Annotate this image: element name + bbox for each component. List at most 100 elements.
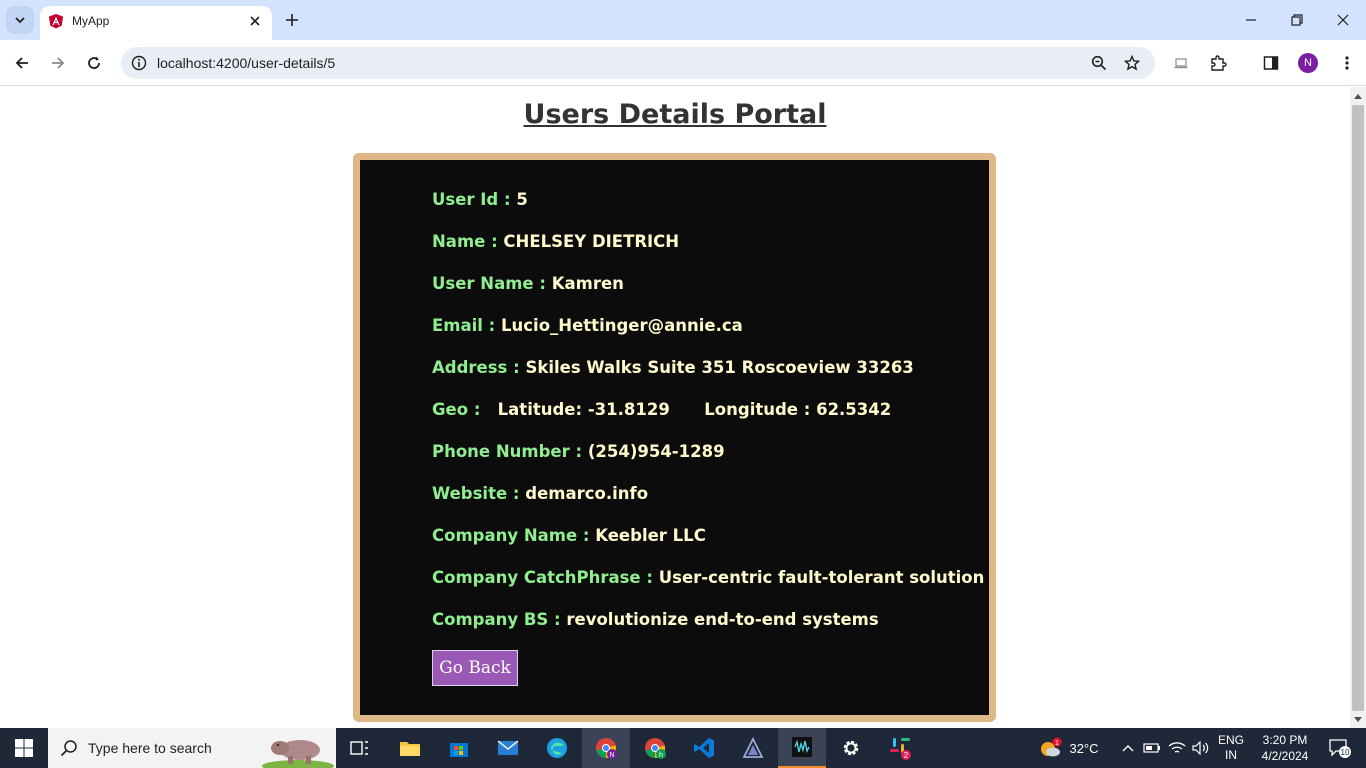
chrome-icon: h: [645, 738, 666, 759]
microsoft-store-app[interactable]: [435, 728, 483, 768]
scroll-up-button[interactable]: [1350, 87, 1366, 104]
go-back-button[interactable]: Go Back: [432, 650, 518, 686]
new-tab-button[interactable]: [282, 10, 302, 30]
input-language[interactable]: ENG IN: [1214, 728, 1248, 768]
search-placeholder: Type here to search: [88, 740, 212, 756]
back-button[interactable]: [8, 49, 36, 77]
page-viewport: Users Details Portal User Id : 5 Name : …: [0, 87, 1350, 728]
notification-center-button[interactable]: 10: [1322, 728, 1358, 768]
address-bar[interactable]: localhost:4200/user-details/5: [121, 47, 1155, 79]
tab-search-button[interactable]: [6, 6, 34, 34]
tab-close-button[interactable]: [246, 12, 264, 30]
speaker-icon: [1192, 741, 1209, 755]
triangle-up-icon: [1354, 93, 1362, 99]
page-title: Users Details Portal: [523, 99, 827, 130]
folder-icon: [400, 742, 420, 756]
close-icon: [1337, 14, 1349, 26]
cast-button[interactable]: [1170, 52, 1192, 74]
restore-button[interactable]: [1274, 0, 1320, 40]
field-label: Company Name :: [432, 526, 590, 545]
field-value: demarco.info: [525, 484, 649, 503]
field-company-name: Company Name : Keebler LLC: [432, 526, 706, 545]
reload-button[interactable]: [80, 49, 108, 77]
chrome-app-profile-h[interactable]: h: [631, 728, 679, 768]
field-value: (254)954-1289: [587, 442, 725, 461]
field-website: Website : demarco.info: [432, 484, 648, 503]
start-button[interactable]: [0, 728, 48, 768]
profile-avatar[interactable]: N: [1298, 53, 1318, 73]
close-window-button[interactable]: [1320, 0, 1366, 40]
tab-myapp[interactable]: MyApp: [40, 6, 272, 40]
file-explorer-app[interactable]: [386, 728, 434, 768]
side-panel-icon: [1263, 56, 1279, 70]
field-label: Phone Number :: [432, 442, 583, 461]
scroll-thumb[interactable]: [1352, 105, 1364, 711]
edge-icon: [547, 738, 567, 758]
extensions-button[interactable]: [1207, 52, 1229, 74]
taskbar-search-box[interactable]: Type here to search: [48, 728, 336, 768]
network-status[interactable]: [1166, 728, 1188, 768]
field-label: Company CatchPhrase :: [432, 568, 653, 587]
field-value: Lucio_Hettinger@annie.ca: [501, 316, 743, 335]
site-info-button[interactable]: [129, 53, 149, 73]
chevron-down-icon: [15, 17, 25, 24]
volume-control[interactable]: [1190, 728, 1212, 768]
settings-app[interactable]: [827, 728, 875, 768]
vertical-scrollbar[interactable]: [1350, 87, 1366, 728]
edge-app[interactable]: [533, 728, 581, 768]
windows-taskbar: Type here to search N h 2 1 32°C ENG IN …: [0, 728, 1366, 768]
minimize-button[interactable]: [1228, 0, 1274, 40]
mail-icon: [497, 740, 519, 755]
url-text: localhost:4200/user-details/5: [157, 55, 336, 71]
field-label: Email :: [432, 316, 496, 335]
task-view-icon: [350, 741, 368, 755]
geo-latitude: Latitude: -31.8129: [497, 400, 670, 419]
field-label: User Id :: [432, 190, 511, 209]
triangle-down-icon: [1354, 716, 1362, 722]
geo-longitude: Longitude : 62.5342: [704, 400, 892, 419]
waves-app[interactable]: [778, 728, 826, 768]
clock[interactable]: 3:20 PM 4/2/2024: [1252, 728, 1318, 768]
menu-button[interactable]: [1336, 52, 1358, 74]
vscode-icon: [694, 738, 714, 758]
chrome-icon: N: [596, 738, 617, 759]
zoom-icon: [1091, 55, 1107, 71]
field-value: User-centric fault-tolerant solution: [658, 568, 985, 587]
tab-title: MyApp: [72, 14, 110, 28]
task-view-button[interactable]: [336, 728, 384, 768]
browser-toolbar: localhost:4200/user-details/5 N: [0, 40, 1366, 86]
weather-widget[interactable]: 1 32°C: [1036, 728, 1102, 768]
zoom-button[interactable]: [1089, 53, 1109, 73]
field-address: Address : Skiles Walks Suite 351 Roscoev…: [432, 358, 914, 377]
field-label: Address :: [432, 358, 520, 377]
chrome-app-profile-n[interactable]: N: [582, 728, 630, 768]
hippo-illustration-icon: [262, 740, 334, 768]
field-company-bs: Company BS : revolutionize end-to-end sy…: [432, 610, 879, 629]
weather-temp: 32°C: [1069, 740, 1099, 756]
battery-icon: [1143, 743, 1160, 753]
field-label: User Name :: [432, 274, 546, 293]
slack-app[interactable]: 2: [876, 728, 924, 768]
star-icon: [1124, 55, 1140, 71]
arduino-ide-app[interactable]: [729, 728, 777, 768]
browser-window: MyApp localhost:4200/user-details/5 N Us…: [0, 0, 1366, 728]
svg-text:N: N: [609, 752, 614, 759]
field-label: Website :: [432, 484, 520, 503]
slack-badge: 2: [904, 751, 909, 760]
field-label: Name :: [432, 232, 498, 251]
vscode-app[interactable]: [680, 728, 728, 768]
field-user-name: User Name : Kamren: [432, 274, 624, 293]
plus-icon: [286, 14, 298, 26]
show-hidden-icons-button[interactable]: [1119, 728, 1137, 768]
field-label: Company BS :: [432, 610, 561, 629]
battery-status[interactable]: [1142, 728, 1162, 768]
side-panel-button[interactable]: [1260, 52, 1282, 74]
tab-strip: MyApp: [0, 0, 1366, 40]
svg-text:h: h: [659, 752, 663, 759]
reload-icon: [88, 56, 100, 69]
forward-button[interactable]: [44, 49, 72, 77]
bookmark-button[interactable]: [1122, 53, 1142, 73]
scroll-down-button[interactable]: [1350, 711, 1366, 728]
field-phone: Phone Number : (254)954-1289: [432, 442, 725, 461]
mail-app[interactable]: [484, 728, 532, 768]
